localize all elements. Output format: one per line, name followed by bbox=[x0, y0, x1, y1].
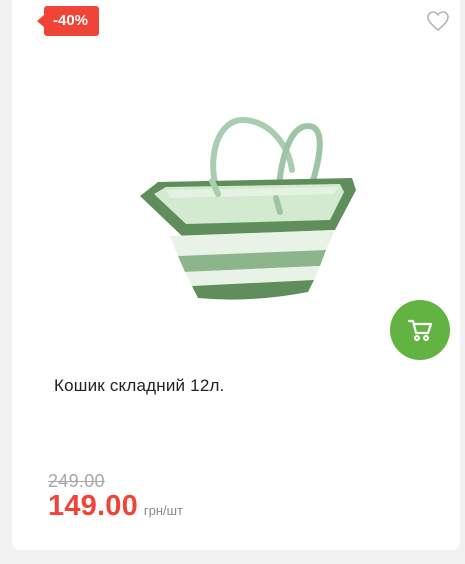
product-card[interactable]: -40% Кошик складний 12л. 249.00 149.00 г… bbox=[12, 0, 460, 550]
shopping-cart-icon bbox=[407, 319, 433, 341]
current-price: 149.00 bbox=[48, 490, 138, 522]
price-row: 149.00 грн/шт bbox=[48, 490, 183, 523]
price-unit: грн/шт bbox=[143, 503, 184, 518]
wishlist-button[interactable] bbox=[426, 10, 450, 32]
product-image[interactable] bbox=[130, 108, 365, 308]
heart-outline-icon bbox=[427, 11, 449, 31]
add-to-cart-button[interactable] bbox=[390, 300, 450, 360]
discount-badge: -40% bbox=[36, 6, 100, 36]
product-title[interactable]: Кошик складний 12л. bbox=[54, 376, 225, 396]
old-price: 249.00 bbox=[48, 471, 105, 491]
